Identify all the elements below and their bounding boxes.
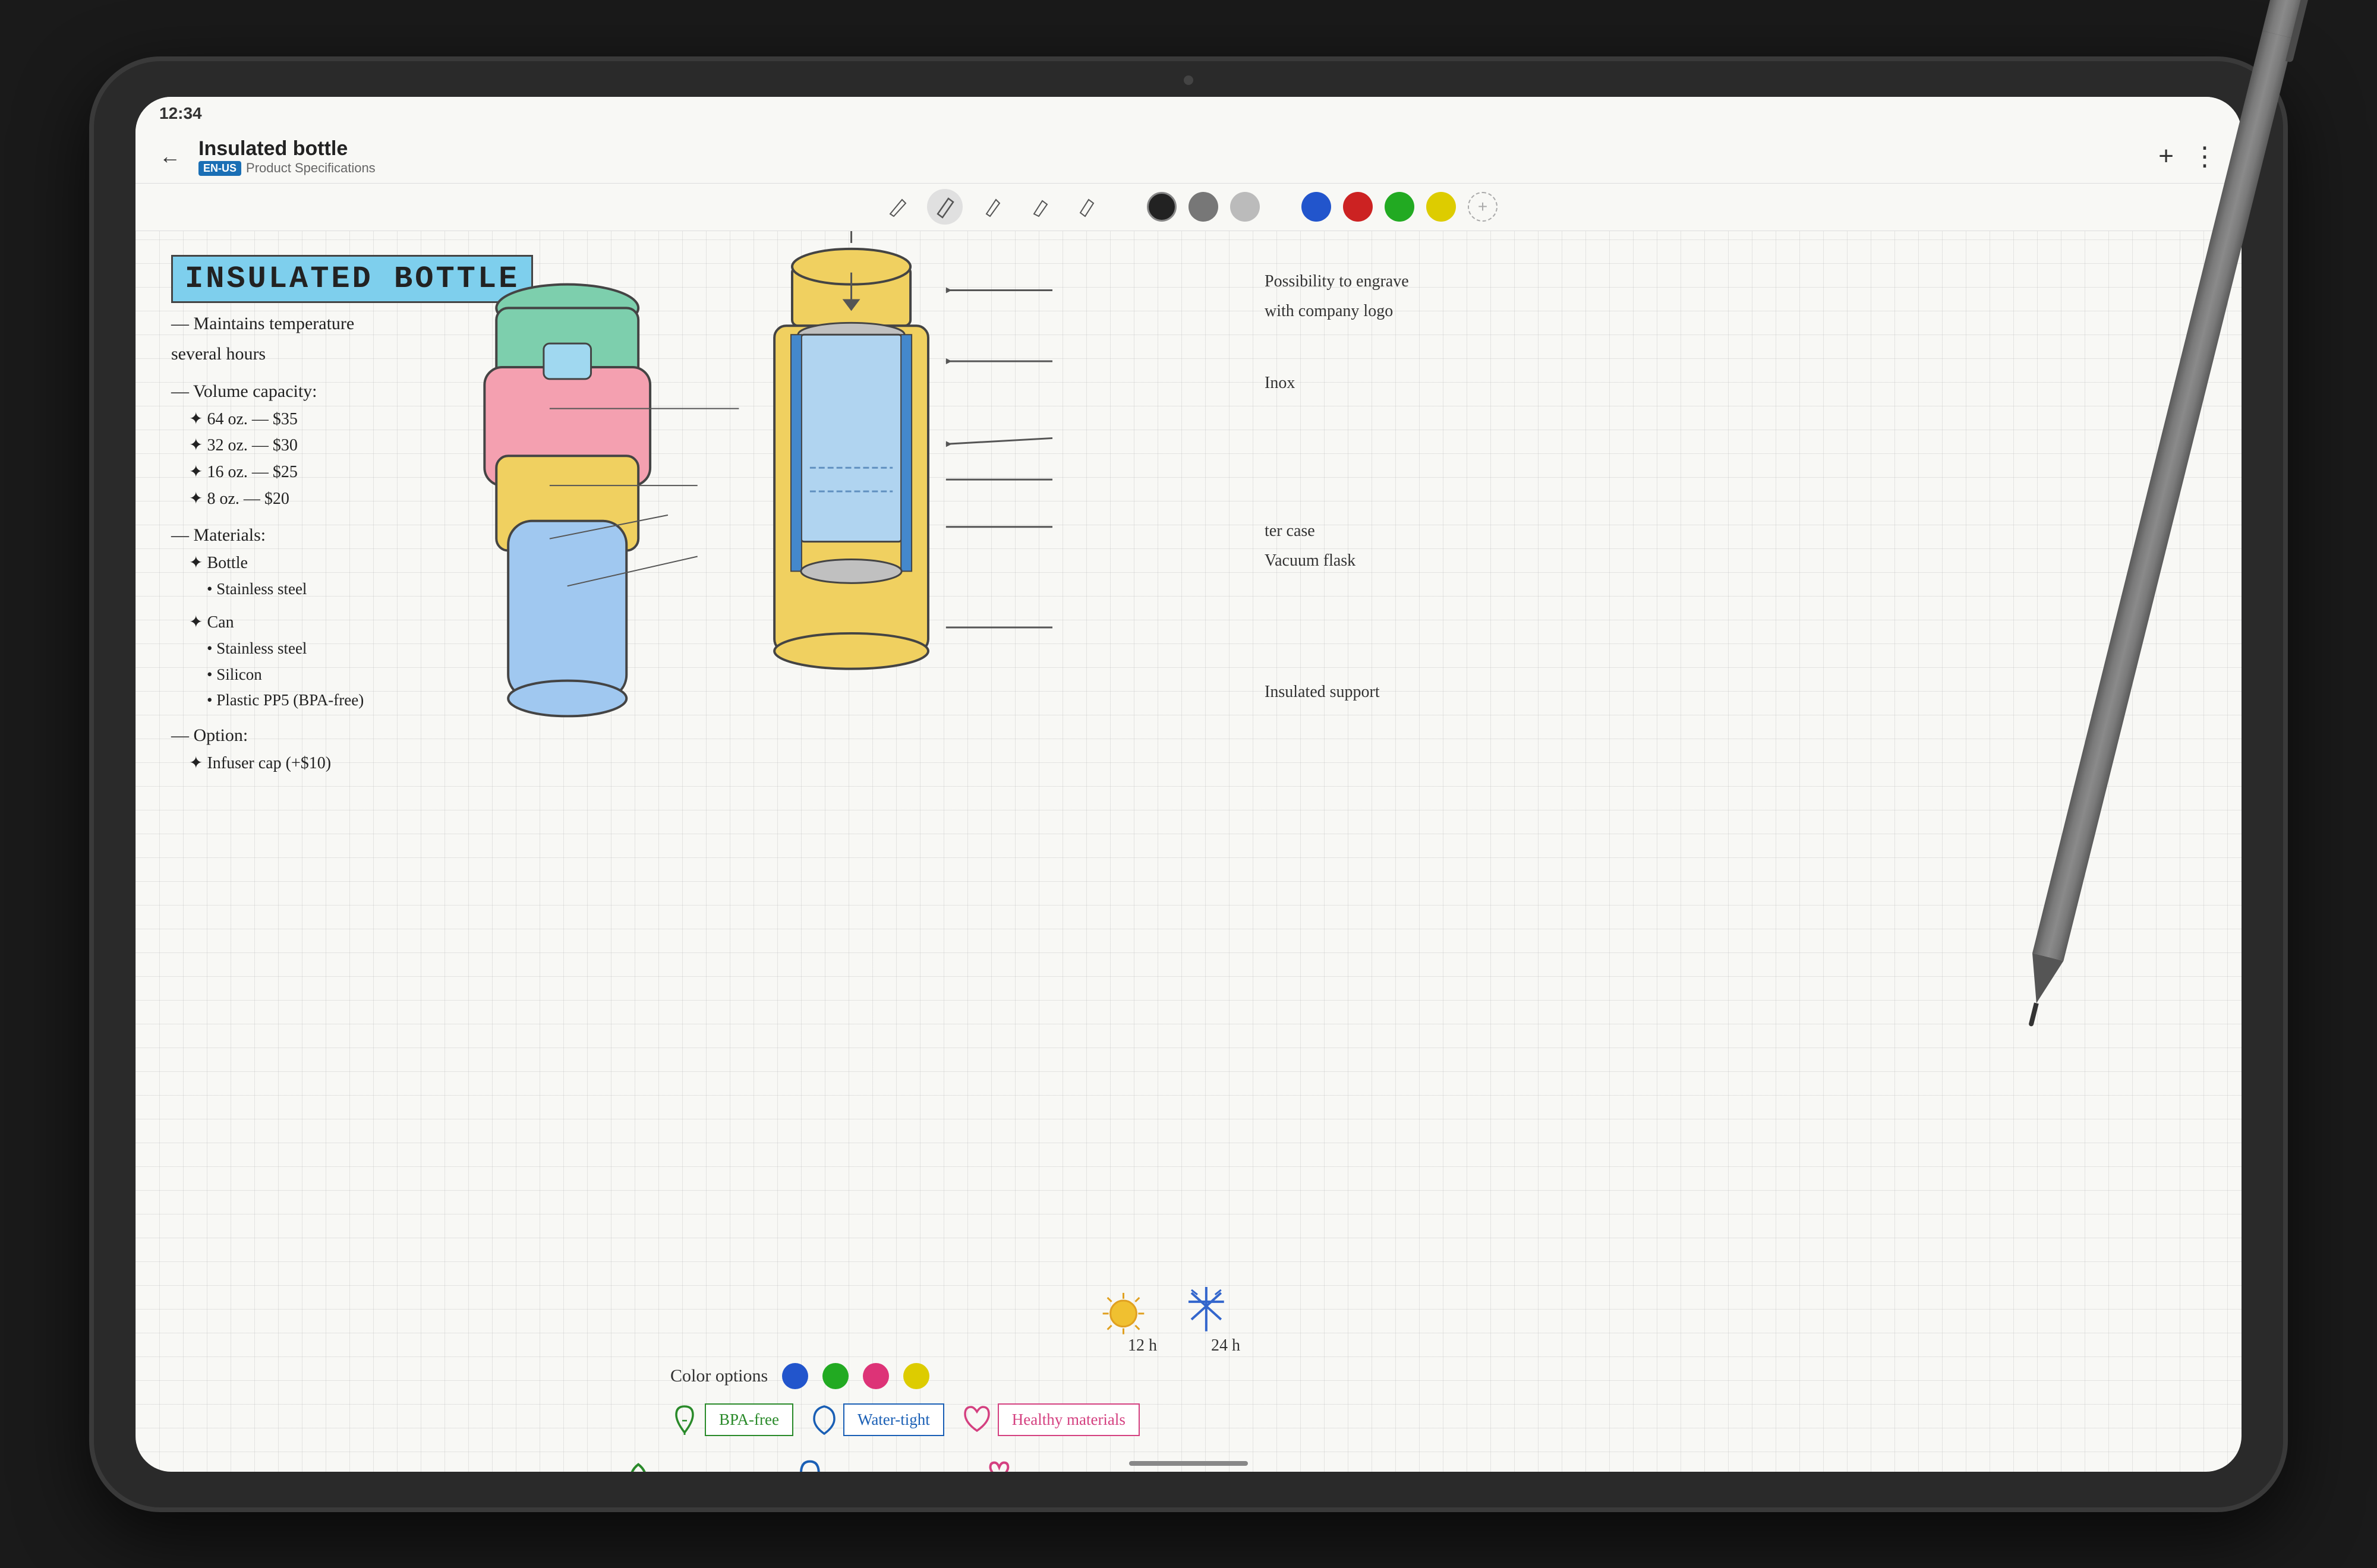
annot-case: ter case	[1265, 516, 1355, 546]
nav-subtitle-text: Product Specifications	[246, 160, 376, 176]
color-opt-pink	[863, 1363, 889, 1389]
vol4: ✦ 8 oz. — $20	[171, 486, 528, 513]
time-12h: 12 h	[1128, 1336, 1157, 1355]
main-title: INSULATED BOTTLE	[185, 261, 519, 296]
nav-title: Insulated bottle	[198, 137, 2158, 161]
annot-engrave1: Possibility to engrave	[1265, 267, 1409, 296]
vol1: ✦ 64 oz. — $35	[171, 406, 528, 433]
annot-inox: Inox	[1265, 374, 1295, 392]
right-annotation-engrave: Possibility to engrave with company logo	[1265, 267, 1409, 327]
badge-water: Water-tight	[811, 1403, 944, 1436]
bullet1: — Maintains temperature	[171, 308, 528, 339]
mat2a: • Stainless steel	[171, 636, 528, 661]
time-24h: 24 h	[1211, 1336, 1240, 1355]
vol3: ✦ 16 oz. — $25	[171, 459, 528, 486]
nav-actions: + ⋮	[2158, 141, 2218, 172]
status-bar: 12:34	[135, 97, 2242, 130]
bullet4: — Option:	[171, 720, 528, 750]
annot-vacuum: Vacuum flask	[1265, 546, 1355, 576]
nav-bar: ← Insulated bottle EN-US Product Specifi…	[135, 130, 2242, 184]
color-opt-blue	[782, 1363, 808, 1389]
content-area: INSULATED BOTTLE — Maintains temperature…	[135, 231, 2242, 1472]
mat2: ✦ Can	[171, 610, 528, 636]
right-annotation-inox: Inox	[1265, 374, 1295, 393]
color-black[interactable]	[1147, 192, 1177, 222]
toolbar: +	[135, 184, 2242, 231]
vol2: ✦ 32 oz. — $30	[171, 433, 528, 459]
mat1: ✦ Bottle	[171, 550, 528, 577]
tool-pen3[interactable]	[975, 189, 1010, 225]
right-annotation-vacuum: ter case Vacuum flask	[1265, 516, 1355, 576]
status-time: 12:34	[159, 104, 202, 123]
home-indicator	[1129, 1461, 1248, 1466]
mat2b: • Silicon	[171, 662, 528, 687]
opt1: ✦ Infuser cap (+$10)	[171, 750, 528, 777]
notes-section: — Maintains temperature several hours — …	[171, 308, 528, 777]
color-yellow[interactable]	[1426, 192, 1456, 222]
lang-badge: EN-US	[198, 161, 241, 176]
tool-pen2[interactable]	[927, 189, 963, 225]
badge-bpa: BPA-free	[670, 1403, 793, 1436]
color-options-label: Color options	[670, 1366, 768, 1386]
nav-subtitle: EN-US Product Specifications	[198, 160, 2158, 176]
color-blue[interactable]	[1301, 192, 1331, 222]
badge-water-label: Water-tight	[843, 1403, 944, 1436]
right-annotation-insulated: Insulated support	[1265, 683, 1380, 702]
back-button[interactable]: ←	[159, 144, 181, 169]
color-dark-gray[interactable]	[1188, 192, 1218, 222]
bullet3: — Materials:	[171, 520, 528, 550]
bottom-section: Color options BPA-free	[670, 1363, 2182, 1436]
bullet2: — Volume capacity:	[171, 376, 528, 406]
mat2c: • Plastic PP5 (BPA-free)	[171, 687, 528, 713]
tool-pen1[interactable]	[879, 189, 915, 225]
badges-row: BPA-free Water-tight Healt	[670, 1403, 2182, 1436]
annot-insulated: Insulated support	[1265, 683, 1380, 701]
tool-pen4[interactable]	[1022, 189, 1058, 225]
color-add-button[interactable]: +	[1468, 192, 1498, 222]
add-button[interactable]: +	[2158, 141, 2174, 171]
tablet-device: 12:34 ← Insulated bottle EN-US Product S…	[89, 56, 2288, 1512]
color-opt-yellow	[903, 1363, 929, 1389]
annot-engrave2: with company logo	[1265, 296, 1409, 326]
bullet1b: several hours	[171, 339, 528, 369]
color-opt-green	[822, 1363, 849, 1389]
badge-healthy-label: Healthy materials	[998, 1403, 1140, 1436]
title-block: INSULATED BOTTLE	[171, 255, 533, 303]
color-red[interactable]	[1343, 192, 1373, 222]
color-light-gray[interactable]	[1230, 192, 1260, 222]
tool-pen5[interactable]	[1070, 189, 1105, 225]
nav-title-area: Insulated bottle EN-US Product Specifica…	[198, 137, 2158, 176]
tablet-screen: 12:34 ← Insulated bottle EN-US Product S…	[135, 97, 2242, 1472]
color-green[interactable]	[1385, 192, 1414, 222]
badge-healthy: Healthy materials	[962, 1403, 1140, 1436]
mat1a: • Stainless steel	[171, 576, 528, 602]
camera	[1184, 75, 1193, 85]
badge-bpa-label: BPA-free	[705, 1403, 793, 1436]
color-options-row: Color options	[670, 1363, 2182, 1389]
